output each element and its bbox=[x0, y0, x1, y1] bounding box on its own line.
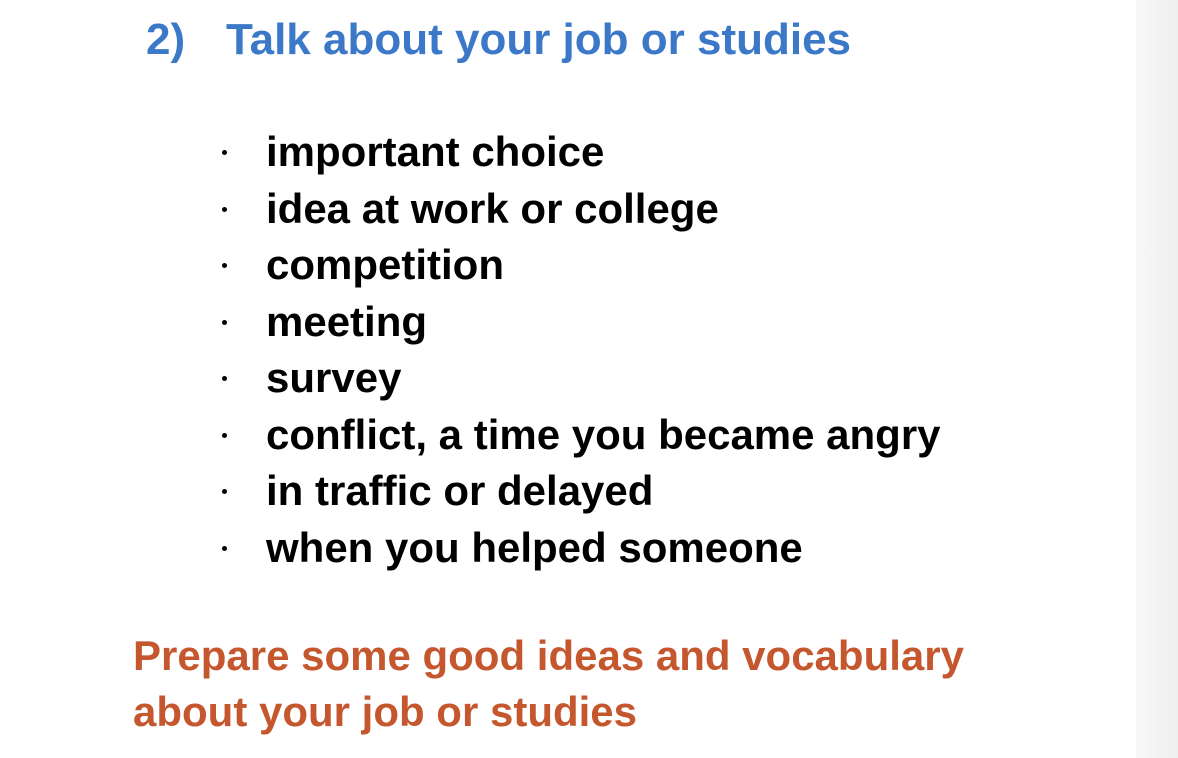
bullet-dot-icon bbox=[222, 545, 227, 551]
bullet-dot-icon bbox=[222, 376, 227, 381]
bullet-dot-icon bbox=[222, 319, 227, 325]
slide: 2) Talk about your job or studies importa… bbox=[0, 0, 1178, 758]
heading-title: Talk about your job or studies bbox=[226, 15, 852, 64]
heading-number: 2) bbox=[146, 15, 186, 64]
bullet-dot-icon bbox=[222, 206, 227, 212]
window-edge-shadow bbox=[1136, 0, 1178, 758]
list-item-text: important choice bbox=[266, 128, 605, 175]
list-item-text: conflict, a time you became angry bbox=[266, 410, 941, 458]
note-line-1: Prepare some good ideas and vocabulary bbox=[133, 632, 964, 679]
list-item-text: when you helped someone bbox=[266, 523, 803, 571]
list-item-text: competition bbox=[266, 241, 504, 288]
list-item-text: idea at work or college bbox=[266, 184, 719, 232]
list-item-text: survey bbox=[266, 354, 402, 401]
bullet-dot-icon bbox=[222, 489, 227, 494]
bullet-dot-icon bbox=[222, 432, 227, 438]
bullet-dot-icon bbox=[222, 150, 227, 155]
bullet-dot-icon bbox=[222, 263, 227, 268]
list-item-text: meeting bbox=[266, 297, 428, 345]
list-item-text: in traffic or delayed bbox=[266, 467, 654, 514]
note-line-2: about your job or studies bbox=[133, 688, 638, 735]
slide-heading: 2) Talk about your job or studies bbox=[146, 12, 851, 68]
preparation-note: Prepare some good ideas and vocabulary a… bbox=[133, 628, 964, 740]
